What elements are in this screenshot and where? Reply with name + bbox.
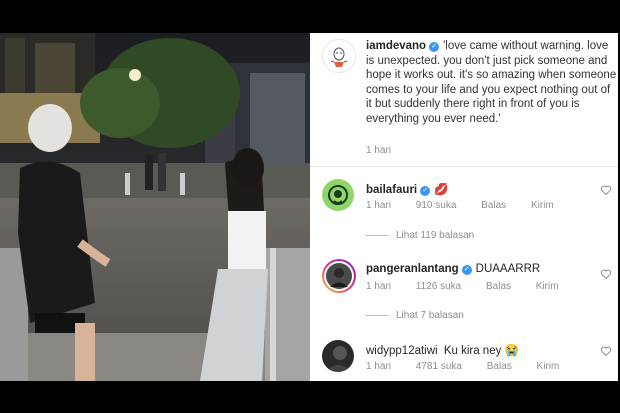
comment-avatar[interactable] bbox=[322, 340, 354, 372]
verified-badge-icon: ✓ bbox=[429, 42, 440, 52]
send-button[interactable]: Kirim bbox=[531, 200, 554, 211]
view-replies-label: Lihat 7 balasan bbox=[396, 310, 464, 321]
comment-likes[interactable]: 4781 suka bbox=[416, 361, 462, 372]
comment-time: 1 hari bbox=[366, 200, 392, 211]
view-replies-button[interactable]: Lihat 119 balasan bbox=[366, 230, 474, 241]
comment-meta: 1 hari 4781 suka Balas Kirim bbox=[366, 361, 581, 372]
verified-badge-icon: ✓ bbox=[461, 265, 472, 275]
post-meta: 1 hari bbox=[366, 145, 413, 156]
reply-button[interactable]: Balas bbox=[487, 361, 512, 372]
post-photo bbox=[0, 33, 310, 381]
person-photo-icon bbox=[326, 346, 352, 372]
view-replies-label: Lihat 119 balasan bbox=[396, 230, 475, 241]
caption-body: iamdevano ✓'love came without warning. lo… bbox=[366, 39, 618, 127]
comment-avatar[interactable] bbox=[322, 179, 354, 211]
comment-meta: 1 hari 910 suka Balas Kirim bbox=[366, 200, 576, 211]
comment-body: bailafauri ✓ 💋 bbox=[366, 182, 448, 196]
comment-avatar[interactable] bbox=[322, 259, 356, 293]
logo-avatar-icon bbox=[328, 185, 348, 205]
comment-text: Ku kira ney 😭 bbox=[443, 345, 519, 357]
comment-username[interactable]: pangeranlantang bbox=[366, 263, 459, 275]
person-photo-icon bbox=[326, 263, 352, 289]
caption-text: 'love came without warning. love is unex… bbox=[366, 40, 617, 125]
post-author-avatar[interactable] bbox=[322, 39, 356, 73]
replies-dash bbox=[366, 234, 388, 236]
divider bbox=[310, 166, 618, 167]
like-heart-icon[interactable] bbox=[600, 268, 612, 280]
comment-meta: 1 hari 1126 suka Balas Kirim bbox=[366, 281, 581, 292]
replies-dash bbox=[366, 314, 388, 316]
post-time: 1 hari bbox=[366, 145, 392, 156]
comment-time: 1 hari bbox=[366, 361, 392, 372]
cartoon-avatar-icon bbox=[330, 47, 348, 67]
comment-username[interactable]: bailafauri bbox=[366, 184, 417, 196]
comment-likes[interactable]: 910 suka bbox=[416, 200, 457, 211]
comment-username[interactable]: widypp12atiwi bbox=[366, 345, 438, 357]
like-heart-icon[interactable] bbox=[600, 345, 612, 357]
comment-body: pangeranlantang ✓ DUAAARRR bbox=[366, 263, 540, 275]
view-replies-button[interactable]: Lihat 7 balasan bbox=[366, 310, 464, 321]
comment-text: 💋 bbox=[434, 184, 449, 196]
comment-time: 1 hari bbox=[366, 281, 392, 292]
send-button[interactable]: Kirim bbox=[537, 361, 560, 372]
verified-badge-icon: ✓ bbox=[420, 186, 431, 196]
comment-text: DUAAARRR bbox=[475, 263, 541, 275]
send-button[interactable]: Kirim bbox=[536, 281, 559, 292]
reply-button[interactable]: Balas bbox=[486, 281, 511, 292]
comments-panel: iamdevano ✓'love came without warning. lo… bbox=[310, 33, 618, 381]
comment-likes[interactable]: 1126 suka bbox=[416, 281, 461, 292]
comment-body: widypp12atiwi Ku kira ney 😭 bbox=[366, 343, 519, 357]
reply-button[interactable]: Balas bbox=[481, 200, 506, 211]
like-heart-icon[interactable] bbox=[600, 184, 612, 196]
post-username[interactable]: iamdevano bbox=[366, 40, 426, 52]
